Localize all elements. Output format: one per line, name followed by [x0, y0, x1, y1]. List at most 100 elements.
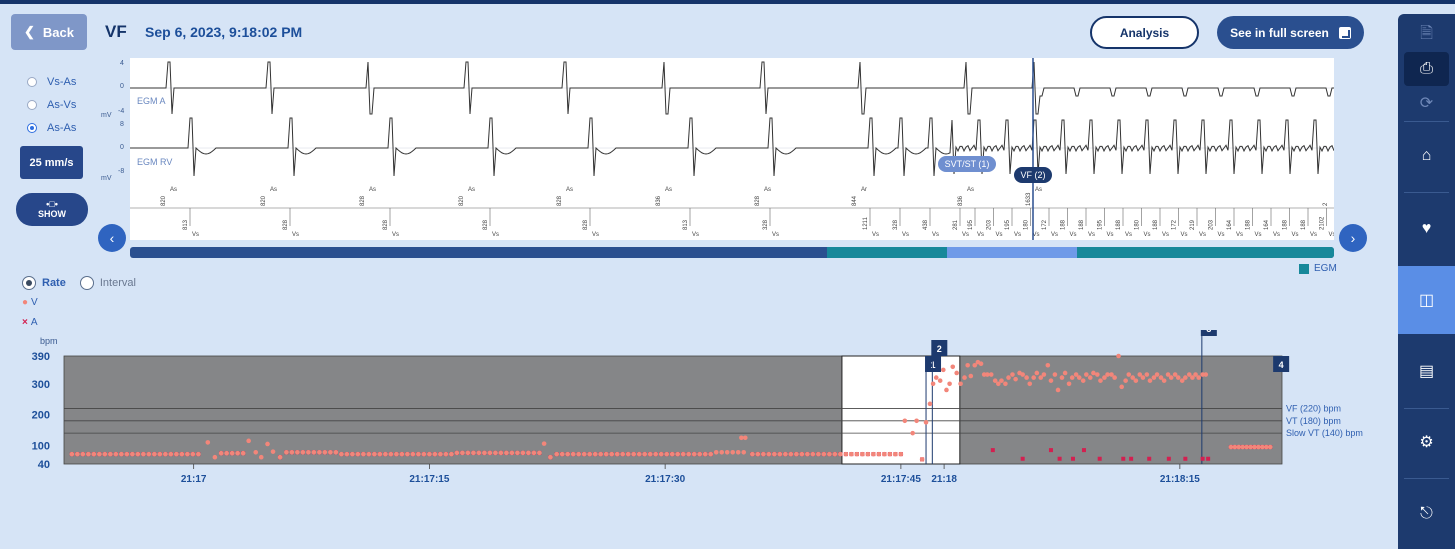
episode-title: VF [105, 22, 127, 41]
v-point [642, 451, 648, 457]
rate-label[interactable]: Rate [42, 277, 66, 289]
v-marker-label: Vs [1070, 232, 1077, 238]
a-point [1200, 456, 1205, 461]
mv-label-rv: mV [101, 175, 112, 182]
v-point [854, 451, 860, 457]
markers-icon: •□• [46, 199, 58, 209]
show-button[interactable]: •□• SHOW [16, 193, 88, 226]
document-icon[interactable]: 🗎 [1398, 20, 1455, 50]
v-point [930, 381, 936, 387]
episodes-icon[interactable]: ◫ [1398, 266, 1455, 334]
egm-strip[interactable]: 4 EGM A EGM RV 8208208288208288368288448… [130, 58, 1334, 240]
v-point [421, 451, 427, 457]
v-interval-label: 195 [1005, 219, 1011, 230]
v-point [1119, 384, 1124, 390]
v-point [174, 451, 179, 457]
a-marker-label: As [764, 187, 771, 193]
episode-timeline[interactable] [130, 247, 1334, 258]
v-point [719, 449, 725, 455]
a-marker-label: As [967, 187, 974, 193]
v-point [196, 451, 201, 457]
radio-label: Vs-As [47, 75, 77, 88]
v-point [416, 451, 421, 457]
a-interval-label: 828 [755, 195, 761, 206]
a-interval-label: 828 [557, 195, 563, 206]
radio-as-as[interactable]: As-As [27, 116, 76, 139]
v-point [636, 451, 642, 457]
v-point [377, 451, 383, 457]
sync-icon[interactable]: ⟳ [1398, 88, 1455, 118]
v-point [289, 449, 295, 455]
v-point [620, 451, 626, 457]
interval-radio[interactable] [79, 276, 94, 290]
v-point [902, 418, 908, 424]
v-point [438, 451, 443, 457]
v-point [609, 451, 615, 457]
v-point [394, 451, 399, 457]
v-point [658, 451, 664, 457]
v-point [1161, 378, 1167, 383]
patients-icon[interactable]: ♥ [1398, 194, 1455, 264]
radio-button[interactable] [27, 122, 37, 133]
rv-tick-8: 8 [120, 121, 124, 128]
v-point [1066, 381, 1072, 387]
radio-button[interactable] [27, 76, 37, 87]
v-point [1248, 444, 1253, 450]
v-marker-label: Vs [192, 232, 199, 238]
v-marker-label: Vs [1162, 232, 1169, 238]
v-marker-label: Vs [1273, 232, 1280, 238]
v-point [927, 401, 933, 407]
radio-vs-as[interactable]: Vs-As [27, 70, 76, 93]
timeline-viewport[interactable] [947, 247, 1077, 258]
v-point [399, 451, 405, 457]
a-marker-label: As [468, 187, 475, 193]
v-marker-label: Vs [977, 232, 984, 238]
back-button[interactable]: ❮ Back [11, 14, 87, 50]
v-point [537, 450, 542, 456]
v-point [526, 450, 531, 456]
v-point [427, 451, 432, 457]
scroll-left-button[interactable]: ‹ [98, 224, 126, 252]
v-point [724, 449, 730, 455]
egm-window[interactable] [841, 355, 961, 465]
a-interval-label: 844 [852, 195, 858, 206]
v-point [603, 451, 609, 457]
rate-radio[interactable] [22, 276, 36, 290]
v-point [240, 450, 246, 456]
v-point [761, 451, 766, 457]
sidebar: 🗎 ⎙ ⟳ ⌂ ♥ ◫ ▤ ⚙ ⎋ [1398, 14, 1455, 549]
v-point [91, 451, 97, 457]
v-point [1034, 370, 1040, 376]
rate-chart-svg: bpm 40 100 200 300 390 VF (220) bpm VT (180) bp… [32, 320, 1363, 485]
v-point [449, 451, 454, 457]
home-icon[interactable]: ⌂ [1398, 124, 1455, 188]
print-icon[interactable]: ⎙ [1404, 52, 1449, 86]
zone-label: Slow VT (140) bpm [1286, 428, 1363, 438]
y-tick-label: 40 [38, 459, 50, 471]
v-point [755, 451, 761, 457]
chevron-right-icon: › [1350, 230, 1356, 246]
logout-icon[interactable]: ⎋ [1398, 482, 1455, 546]
v-point [1052, 372, 1058, 377]
settings-icon[interactable]: ⚙ [1398, 410, 1455, 474]
a-marker-label: As [170, 187, 177, 193]
sweep-speed-button[interactable]: 25 mm/s [20, 146, 83, 179]
a-point [1121, 456, 1126, 461]
v-point [1069, 375, 1075, 380]
vf-marker-label: VF (2) [1020, 170, 1045, 180]
v-point [565, 451, 571, 457]
statistics-icon[interactable]: ▤ [1398, 336, 1455, 406]
v-point [270, 449, 276, 454]
rate-chart[interactable]: bpm 40 100 200 300 390 VF (220) bpm VT (180) bp… [0, 320, 1390, 549]
radio-as-vs[interactable]: As-Vs [27, 93, 76, 116]
v-marker-label: Vs [592, 232, 599, 238]
v-point [190, 451, 196, 457]
interval-label[interactable]: Interval [100, 277, 136, 289]
scroll-right-button[interactable]: › [1339, 224, 1367, 252]
v-legend-dot: ● [22, 297, 29, 308]
v-point [509, 450, 515, 456]
analysis-button[interactable]: Analysis [1090, 16, 1199, 49]
radio-button[interactable] [27, 99, 37, 110]
fullscreen-button[interactable]: See in full screen [1217, 16, 1364, 49]
zone-label: VT (180) bpm [1286, 416, 1341, 426]
